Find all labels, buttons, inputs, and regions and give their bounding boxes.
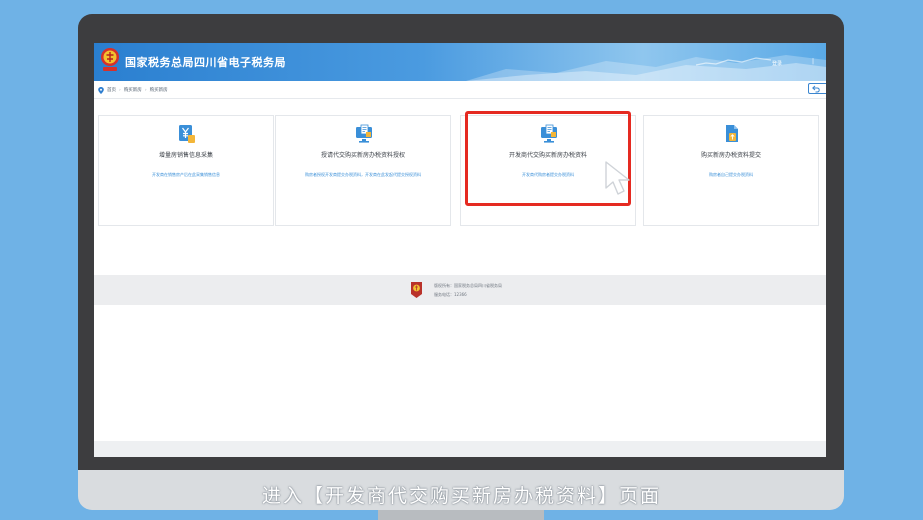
breadcrumb-home[interactable]: 首页 [107, 87, 116, 93]
card-title: 购买新房办税资料提交 [700, 152, 761, 159]
monitor-document-icon [356, 124, 372, 143]
monitor-stand [378, 510, 544, 520]
tax-badge-icon [411, 282, 422, 298]
card-title: 授请代交购买新房办税资料授权 [320, 152, 405, 159]
breadcrumb-item[interactable]: 购买新房 [124, 87, 142, 93]
browser-screen: 国家税务总局四川省电子税务局 登录 | 首页 › 购买新房 › 购买新房 增量房… [94, 43, 826, 457]
back-button[interactable] [808, 83, 826, 94]
breadcrumb-separator: › [144, 87, 147, 93]
footer-hotline: 服务电话：12366 [434, 292, 467, 297]
site-header: 国家税务总局四川省电子税务局 登录 | [94, 43, 826, 81]
pointer-cursor-icon [605, 161, 630, 195]
breadcrumb: 首页 › 购买新房 › 购买新房 [98, 85, 168, 95]
location-pin-icon [98, 86, 104, 94]
card-sales-info-collection[interactable]: 增量房销售信息采集 开发商在销售房产后在此采集销售信息 [98, 115, 274, 226]
breadcrumb-separator: › [119, 87, 121, 93]
breadcrumb-current: 购买新房 [149, 88, 168, 93]
card-subtitle[interactable]: 开发商在销售房产后在此采集销售信息 [99, 172, 273, 178]
login-link[interactable]: 登录 [772, 60, 782, 67]
tax-emblem-icon [101, 48, 119, 71]
footer-copyright: 版权所有：国家税务总局四川省税务局 [434, 283, 502, 288]
header-separator: | [812, 58, 815, 65]
site-title: 国家税务总局四川省电子税务局 [125, 56, 286, 69]
card-authorization[interactable]: 授请代交购买新房办税资料授权 购房者授权开发商提交办税资料，开发商在此发起代提交… [275, 115, 451, 226]
file-upload-icon [726, 125, 738, 142]
card-title: 增量房销售信息采集 [158, 152, 213, 159]
yen-document-icon [179, 125, 195, 143]
site-footer: 版权所有：国家税务总局四川省税务局 服务电话：12366 [94, 275, 826, 305]
divider [94, 98, 826, 99]
card-buyer-submit[interactable]: 购买新房办税资料提交 购房者自己提交办税资料 [643, 115, 819, 226]
card-subtitle[interactable]: 购房者自己提交办税资料 [644, 172, 818, 178]
video-caption: 进入【开发商代交购买新房办税资料】页面 [261, 485, 661, 507]
card-subtitle[interactable]: 购房者授权开发商提交办税资料，开发商在此发起代提交授权资料 [276, 172, 450, 178]
return-arrow-icon [812, 85, 820, 93]
bottom-bar [94, 441, 826, 457]
